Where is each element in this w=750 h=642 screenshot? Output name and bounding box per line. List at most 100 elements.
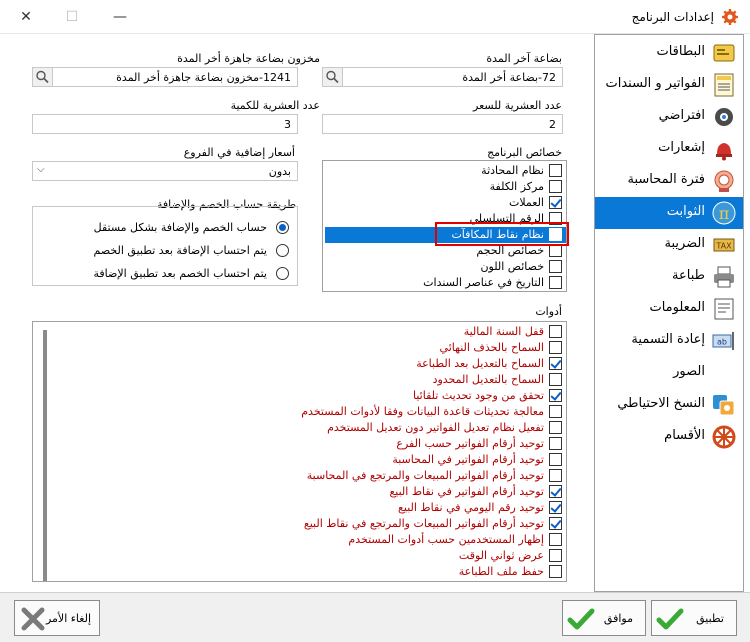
tools-list: قفل السنة المالية السماح بالحذف النهائي … [32,321,567,582]
list-item[interactable]: خصائص اللون [325,259,562,275]
sidebar-item-label: إشعارات [658,140,705,155]
cards-icon [713,44,735,62]
checkbox[interactable] [549,196,562,209]
sidebar-item-constants[interactable]: π الثوابت [595,197,743,229]
finished-goods-stock-field[interactable]: 1241-مخزون بضاعة جاهزة أخر المدة [32,67,298,87]
list-item[interactable]: توحيد رقم اليومي في نقاط البيع [42,500,562,516]
last-period-goods-search-button[interactable] [323,68,343,86]
properties-label: خصائص البرنامج [487,146,562,159]
checkbox[interactable] [549,260,562,273]
sections-wheel-icon [712,425,736,449]
discount-option-addition-after-discount[interactable]: يتم احتساب الإضافة بعد تطبيق الخصم [39,242,289,260]
checkbox[interactable] [549,405,562,418]
bell-icon [716,143,732,161]
sidebar-item-label: طباعة [672,268,705,283]
sidebar-item-default[interactable]: افتراضي [595,101,743,133]
minimize-button[interactable]: — [108,6,132,28]
cancel-button[interactable]: إلغاء الأمر [14,600,100,636]
branch-prices-select[interactable]: ⌵ بدون [32,161,298,181]
checkbox[interactable] [549,421,562,434]
list-item[interactable]: قفل السنة المالية [42,324,562,340]
chevron-down-icon: ⌵ [37,164,45,175]
checkbox[interactable] [549,357,562,370]
sidebar-item-sections[interactable]: الأقسام [595,421,743,453]
radio-button[interactable] [276,221,289,234]
list-item[interactable]: السماح بالتعديل بعد الطباعة [42,356,562,372]
bills-icon [714,73,734,97]
sidebar-item-label: فترة المحاسبة [627,172,705,187]
sidebar-item-info[interactable]: المعلومات [595,293,743,325]
sidebar-item-images[interactable]: الصور [595,357,743,389]
close-button[interactable]: ✕ [14,6,38,28]
finished-goods-stock-value: 1241-مخزون بضاعة جاهزة أخر المدة [116,71,291,84]
qty-decimals-field[interactable]: 3 [32,114,298,134]
tax-icon: TAX [713,238,735,252]
list-item[interactable]: تحقق من وجود تحديث تلقائيا [42,388,562,404]
list-item[interactable]: توحيد أرقام الفواتير المبيعات والمرتجع ف… [42,468,562,484]
checkbox[interactable] [549,437,562,450]
settings-gear-icon [722,9,738,25]
sidebar-item-bills[interactable]: الفواتير و السندات [595,69,743,101]
search-icon [326,70,339,84]
finished-goods-stock-search-button[interactable] [33,68,53,86]
list-item[interactable]: توحيد أرقام الفواتير المبيعات والمرتجع ف… [42,516,562,532]
last-period-goods-field[interactable]: 72-بضاعة أخر المدة [322,67,563,87]
checkbox[interactable] [549,389,562,402]
radio-button[interactable] [276,267,289,280]
sidebar-item-label: افتراضي [658,108,705,123]
list-item[interactable]: عرض ثواني الوقت [42,548,562,564]
list-item[interactable]: العملات [325,195,562,211]
discount-option-discount-after-addition[interactable]: يتم احتساب الخصم بعد تطبيق الإضافة [39,265,289,283]
sidebar-item-tax[interactable]: TAX الضريبة [595,229,743,261]
list-item[interactable]: نظام المحادثة [325,163,562,179]
list-item[interactable]: السماح بالحذف النهائي [42,340,562,356]
checkbox[interactable] [549,164,562,177]
checkbox[interactable] [549,533,562,546]
sidebar-item-accounting-period[interactable]: فترة المحاسبة [595,165,743,197]
sidebar-item-rename[interactable]: ab إعادة التسمية [595,325,743,357]
tools-label: أدوات [535,305,562,318]
discount-option-independent[interactable]: حساب الخصم والإضافة بشكل مستقل [39,219,289,237]
qty-decimals-value: 3 [284,118,291,131]
checkbox[interactable] [549,341,562,354]
ok-button[interactable]: موافق [562,600,646,636]
checkbox[interactable] [549,276,562,289]
svg-text:π: π [719,204,730,223]
list-item[interactable]: معالجة تحديثات قاعدة البيانات وفقا لأدوا… [42,404,562,420]
sidebar-item-notifications[interactable]: إشعارات [595,133,743,165]
list-item[interactable]: السماح بالتعديل المحدود [42,372,562,388]
list-item[interactable]: تفعيل نظام تعديل الفواتير دون تعديل المس… [42,420,562,436]
list-item[interactable]: توحيد أرقام الفواتير في المحاسبة [42,452,562,468]
checkbox[interactable] [549,485,562,498]
checkbox[interactable] [549,469,562,482]
checkbox[interactable] [549,549,562,562]
checkbox[interactable] [549,373,562,386]
sidebar-item-label: الفواتير و السندات [605,76,706,91]
highlight-annotation-box [435,222,569,246]
period-icon [714,170,734,192]
list-item[interactable]: مركز الكلفة [325,179,562,195]
checkbox[interactable] [549,501,562,514]
sidebar-item-backup[interactable]: النسخ الاحتياطي [595,389,743,421]
last-period-goods-label: بضاعة آخر المدة [486,52,562,65]
sidebar-item-print[interactable]: طباعة [595,261,743,293]
sidebar-item-cards[interactable]: البطاقات [595,37,743,69]
list-item[interactable]: توحيد أرقام الفواتير حسب الفرع [42,436,562,452]
price-decimals-field[interactable]: 2 [322,114,563,134]
list-item[interactable]: التاريخ في عناصر السندات [325,275,562,291]
list-item[interactable]: حفظ ملف الطباعة [42,564,562,580]
settings-sidebar: البطاقات الفواتير و السندات افتراضي إشعا… [594,34,744,592]
radio-button[interactable] [276,244,289,257]
sidebar-item-label: الأقسام [664,428,705,443]
list-item[interactable]: إظهار المستخدمين حسب أدوات المستخدم [42,532,562,548]
checkbox[interactable] [549,453,562,466]
list-item[interactable]: توحيد أرقام الفواتير في نقاط البيع [42,484,562,500]
maximize-button[interactable]: ☐ [60,6,84,28]
check-icon [567,608,595,630]
checkbox[interactable] [549,180,562,193]
checkbox[interactable] [549,517,562,530]
default-gear-icon [715,108,733,126]
apply-button[interactable]: تطبيق [651,600,737,636]
checkbox[interactable] [549,565,562,578]
checkbox[interactable] [549,325,562,338]
